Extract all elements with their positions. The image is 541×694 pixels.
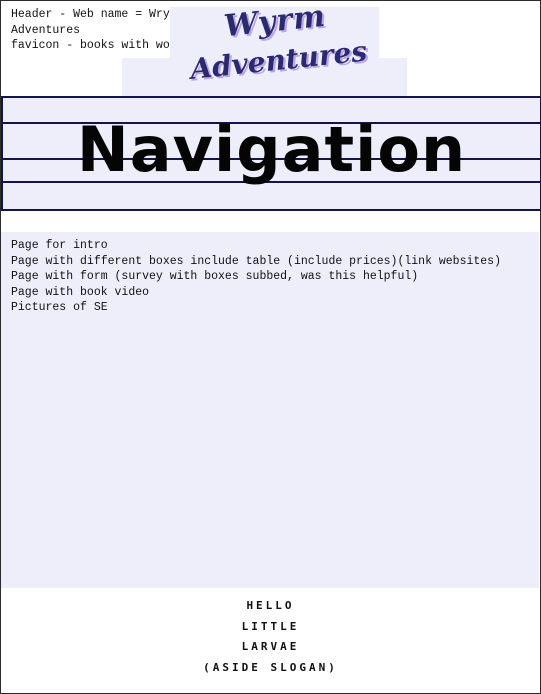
slogan-line: (ASIDE SLOGAN) [203, 660, 338, 674]
main-content: Page for intro Page with different boxes… [1, 232, 539, 588]
list-item: Page with form (survey with boxes subbed… [11, 270, 419, 283]
nav-title: Navigation [76, 113, 467, 186]
header-note-line: favicon - books with worm [11, 39, 184, 52]
header-note-line: Header - Web name = Wrym [11, 8, 177, 21]
page-footer: HELLO LITTLE LARVAE (ASIDE SLOGAN) [0, 596, 541, 682]
header-note-line: Adventures [11, 23, 81, 37]
page-header: Header - Web name = Wrym Adventures favi… [0, 0, 541, 97]
slogan-line: HELLO [246, 599, 295, 612]
list-item: Page for intro [11, 239, 108, 252]
page-plan-list: Page for intro Page with different boxes… [1, 232, 539, 316]
list-item: Page with book video [11, 285, 150, 299]
list-item: Pictures of SE [11, 301, 108, 314]
slogan-line: LITTLE [241, 619, 300, 633]
navigation-bar[interactable]: Navigation [1, 96, 541, 211]
list-item: Page with different boxes include table … [11, 254, 501, 268]
slogan-line: LARVAE [241, 640, 300, 653]
site-logo[interactable]: Wyrm Adventures [189, 0, 369, 92]
